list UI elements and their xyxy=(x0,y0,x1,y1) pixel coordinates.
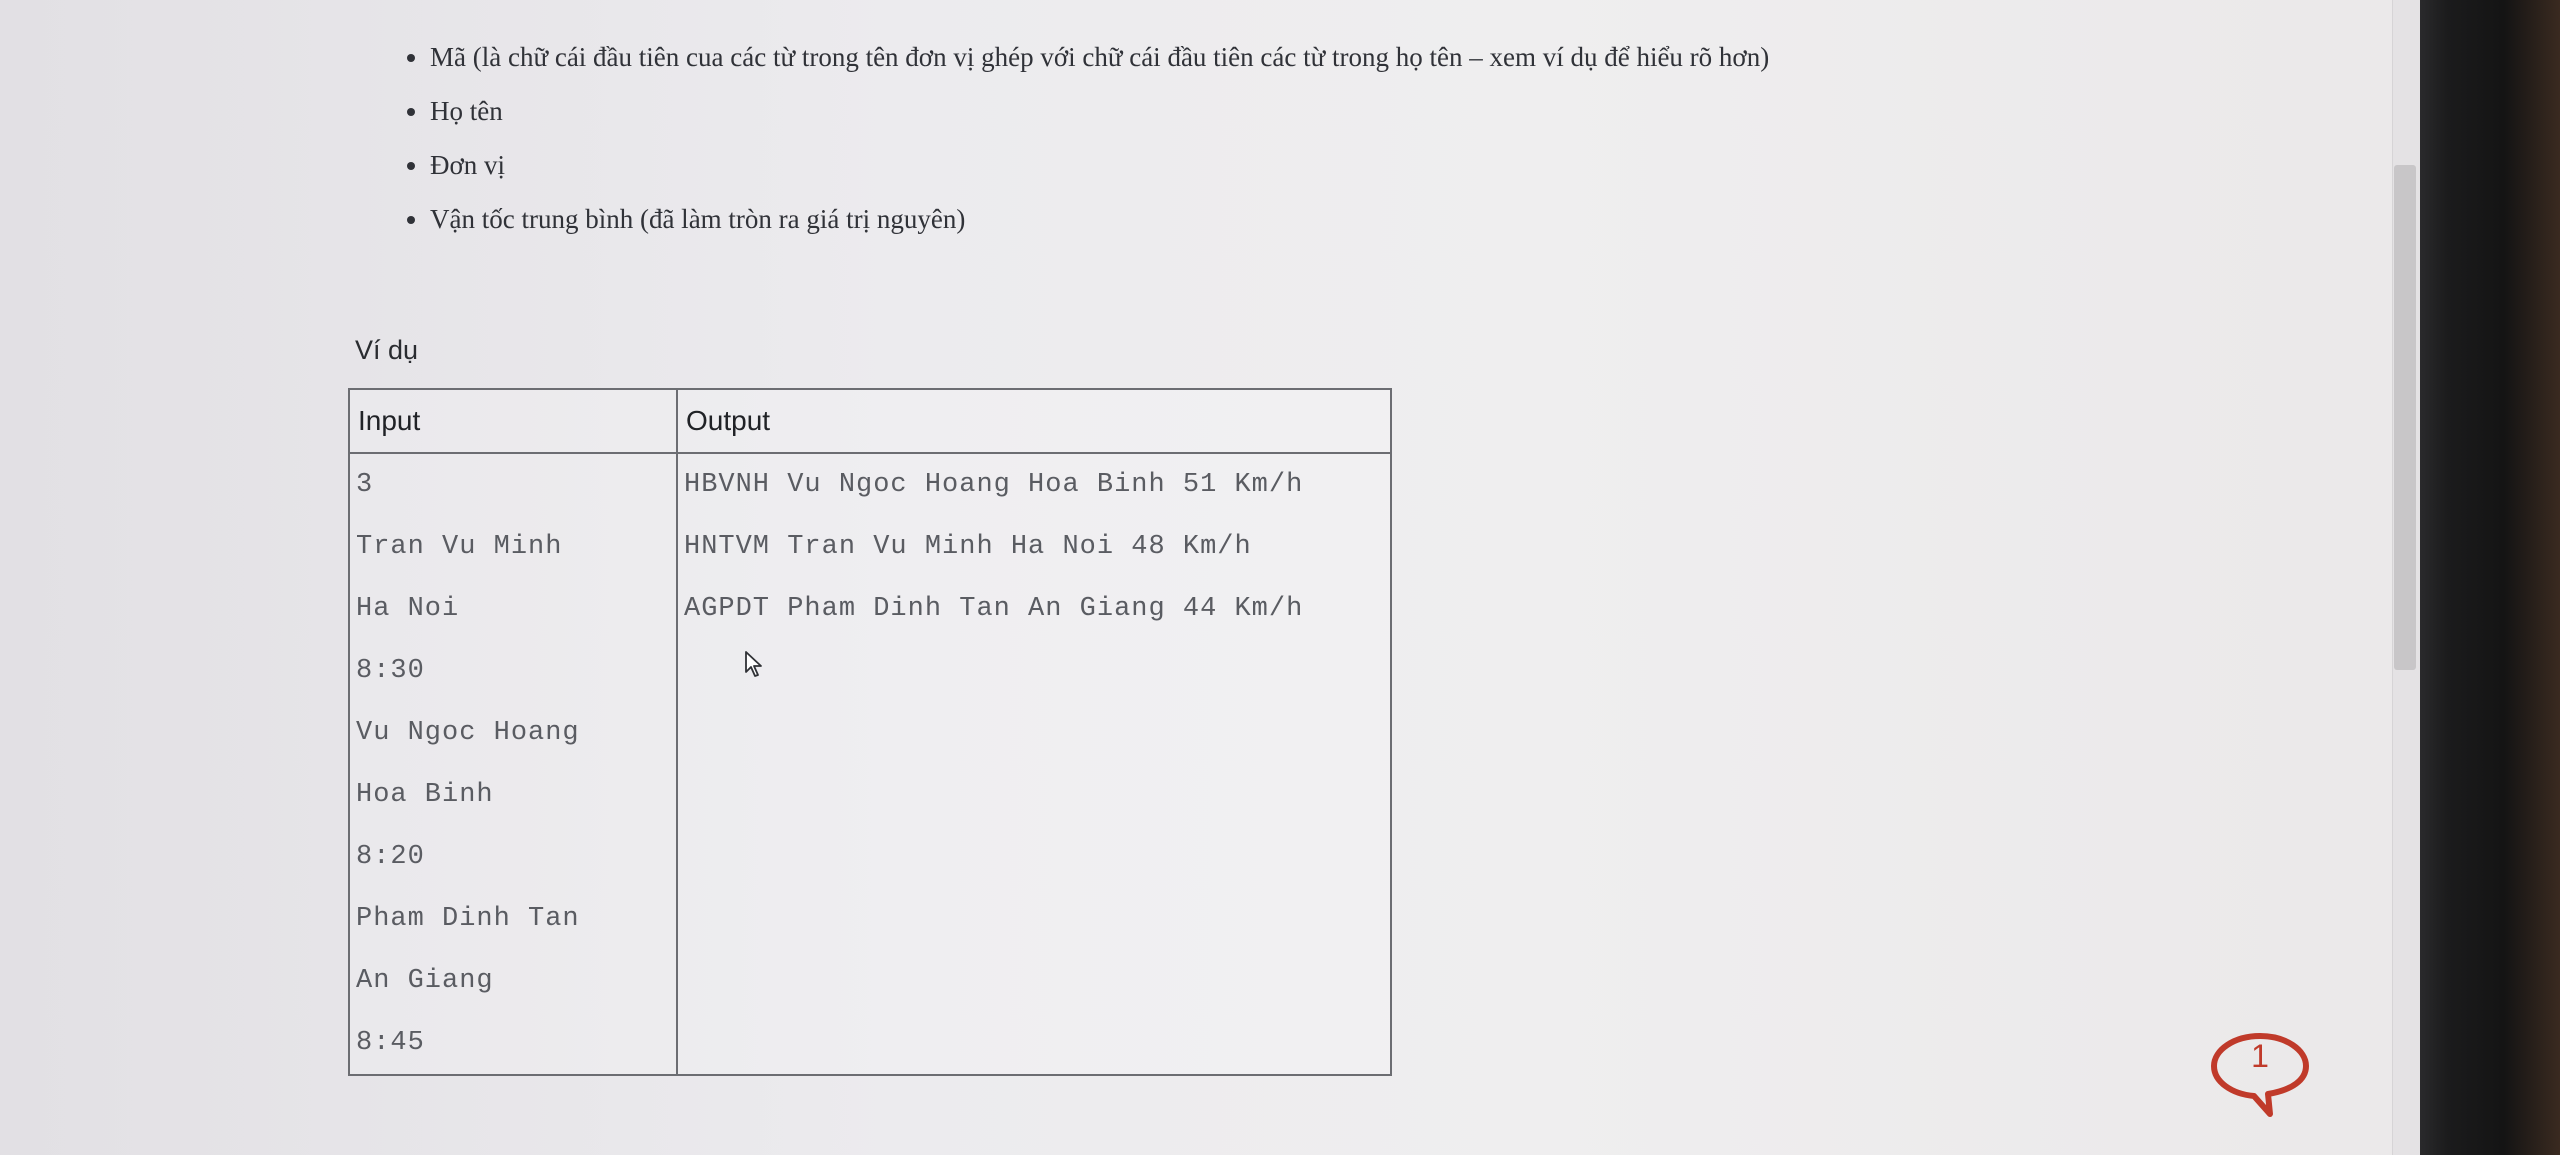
example-heading: Ví dụ xyxy=(355,335,419,365)
output-line: HNTVM Tran Vu Minh Ha Noi 48 Km/h xyxy=(684,532,1252,562)
output-line: AGPDT Pham Dinh Tan An Giang 44 Km/h xyxy=(684,594,1304,624)
comment-bubble-icon[interactable]: 1 xyxy=(2208,1030,2312,1120)
document-page: Mã (là chữ cái đầu tiên cua các từ trong… xyxy=(0,0,2421,1155)
input-line: An Giang xyxy=(356,966,494,996)
list-item: Họ tên xyxy=(430,84,1880,138)
list-item: Vận tốc trung bình (đã làm tròn ra giá t… xyxy=(430,192,1880,246)
input-line: Ha Noi xyxy=(356,594,460,624)
list-item: Mã (là chữ cái đầu tiên cua các từ trong… xyxy=(430,30,1880,84)
list-item: Đơn vị xyxy=(430,138,1880,192)
comment-count: 1 xyxy=(2251,1038,2269,1074)
mouse-cursor-icon xyxy=(744,650,768,678)
input-line: 3 xyxy=(356,470,374,500)
output-column-header: Output xyxy=(676,388,1392,454)
table-header-row: Input Output xyxy=(348,388,1392,454)
input-line: 8:20 xyxy=(356,842,425,872)
input-cell: 3 Tran Vu Minh Ha Noi 8:30 Vu Ngoc Hoang… xyxy=(348,452,678,1076)
bullet-text-unit: Đơn vị xyxy=(430,150,506,180)
bullet-text-speed: Vận tốc trung bình (đã làm tròn ra giá t… xyxy=(430,204,966,234)
output-cell: HBVNH Vu Ngoc Hoang Hoa Binh 51 Km/h HNT… xyxy=(676,452,1392,1076)
bullet-text-code: Mã (là chữ cái đầu tiên cua các từ trong… xyxy=(430,42,1770,72)
monitor-bezel xyxy=(2420,0,2560,1155)
input-line: 8:30 xyxy=(356,656,425,686)
output-line: HBVNH Vu Ngoc Hoang Hoa Binh 51 Km/h xyxy=(684,470,1304,500)
input-line: Pham Dinh Tan xyxy=(356,904,580,934)
scrollbar-thumb[interactable] xyxy=(2394,165,2416,670)
input-line: Vu Ngoc Hoang xyxy=(356,718,580,748)
table-row: 3 Tran Vu Minh Ha Noi 8:30 Vu Ngoc Hoang… xyxy=(348,452,1392,1076)
input-line: Tran Vu Minh xyxy=(356,532,563,562)
input-line: Hoa Binh xyxy=(356,780,494,810)
input-column-header: Input xyxy=(348,388,678,454)
input-line: 8:45 xyxy=(356,1028,425,1058)
example-table: Input Output 3 Tran Vu Minh Ha Noi 8:30 … xyxy=(348,388,1392,1076)
bullet-text-name: Họ tên xyxy=(430,96,503,126)
requirements-list: Mã (là chữ cái đầu tiên cua các từ trong… xyxy=(400,30,1880,246)
